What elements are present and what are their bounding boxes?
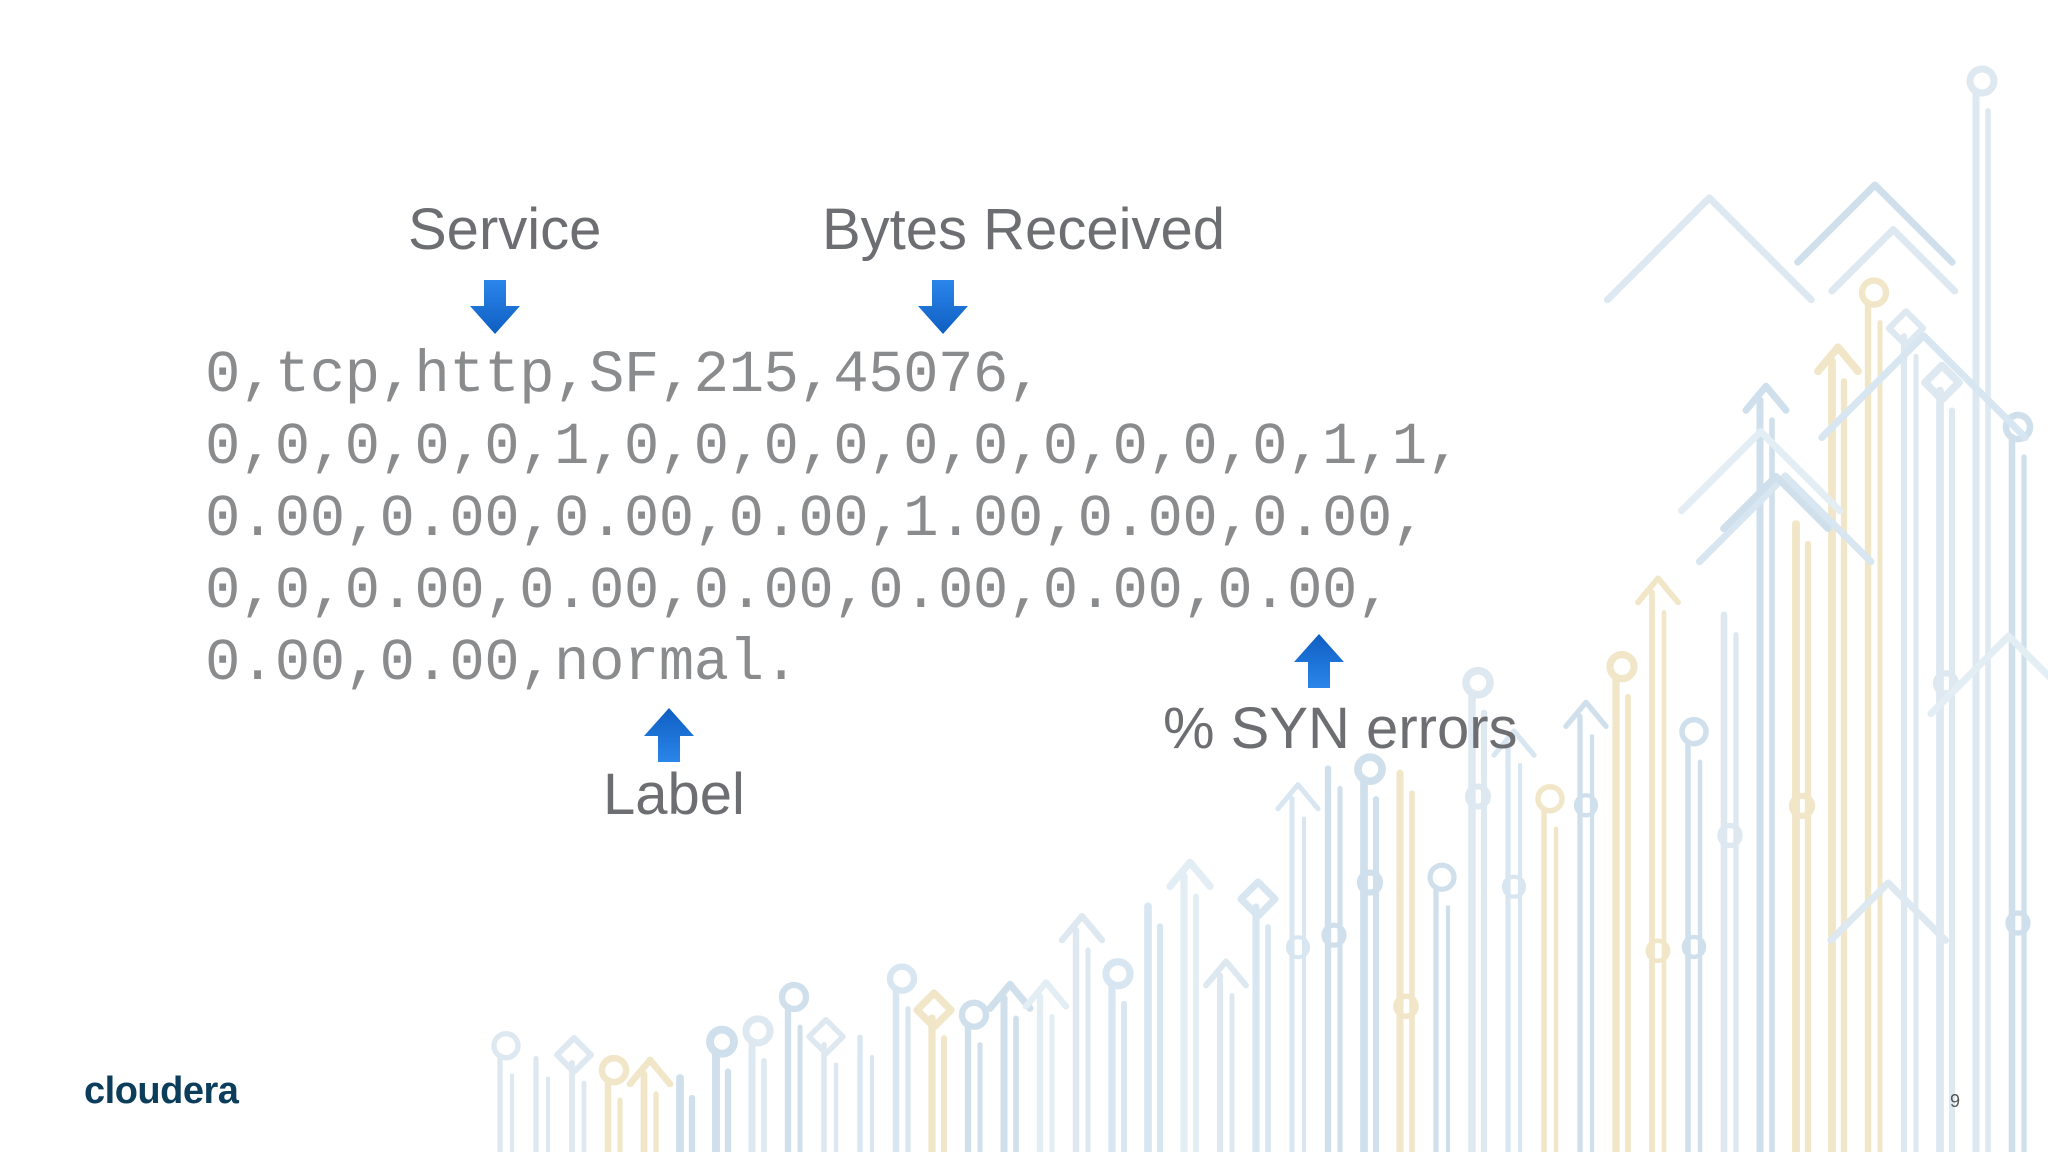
background-art-shape bbox=[778, 981, 810, 1013]
bytes-received-label: Bytes Received bbox=[822, 197, 1225, 262]
background-art-shape bbox=[958, 999, 990, 1030]
background-art-shape bbox=[742, 1015, 774, 1047]
background-art-shape bbox=[1818, 332, 2029, 442]
data-record: 0,tcp,http,SF,215,45076, 0,0,0,0,0,1,0,0… bbox=[205, 340, 1462, 700]
record-line: 0.00,0.00,normal. bbox=[205, 630, 799, 697]
background-art-shape bbox=[1635, 575, 1681, 606]
background-art-shape bbox=[913, 989, 955, 1031]
background-art-shape bbox=[706, 1025, 738, 1058]
background-art-shape bbox=[1563, 699, 1609, 729]
background-art-shape bbox=[491, 1031, 521, 1061]
label-label: Label bbox=[603, 762, 745, 827]
background-art-shape bbox=[1427, 862, 1457, 892]
arrow-down-icon bbox=[470, 280, 520, 334]
slide: Service Bytes Received 0,tcp,http,SF,215… bbox=[0, 0, 2048, 1152]
record-line: 0,0,0.00,0.00,0.00,0.00,0.00,0.00, bbox=[205, 558, 1392, 625]
background-art-shape bbox=[1535, 783, 1565, 814]
background-art-shape bbox=[1788, 792, 1816, 820]
background-art-shape bbox=[1606, 651, 1638, 683]
background-art-shape bbox=[1966, 65, 1998, 97]
arrow-up-icon bbox=[1294, 634, 1344, 688]
record-line: 0.00,0.00,0.00,0.00,1.00,0.00,0.00, bbox=[205, 486, 1427, 553]
service-label: Service bbox=[408, 197, 602, 262]
background-art-shape bbox=[1464, 783, 1492, 810]
background-art-shape bbox=[1356, 869, 1384, 896]
background-art-shape bbox=[1603, 194, 1815, 304]
background-art-shape bbox=[1203, 958, 1249, 989]
background-art-shape bbox=[1166, 858, 1214, 890]
arrow-up-icon bbox=[644, 708, 694, 762]
background-art-shape bbox=[1828, 226, 1959, 295]
background-art-shape bbox=[1858, 277, 1890, 308]
background-art-shape bbox=[1827, 879, 1949, 944]
background-art-shape bbox=[1022, 979, 1070, 1010]
background-art-shape bbox=[1462, 666, 1494, 699]
background-art-shape bbox=[598, 1054, 630, 1086]
background-art-shape bbox=[1058, 912, 1106, 944]
page-number: 9 bbox=[1950, 1091, 1961, 1111]
record-line: 0,0,0,0,0,1,0,0,0,0,0,0,0,0,0,0,1,1, bbox=[205, 414, 1462, 481]
syn-errors-label: % SYN errors bbox=[1163, 696, 1518, 761]
background-art-shape bbox=[886, 963, 918, 994]
arrow-down-icon bbox=[918, 280, 968, 334]
record-line: 0,tcp,http,SF,215,45076, bbox=[205, 342, 1043, 409]
background-art-shape bbox=[1742, 382, 1790, 414]
cloudera-logo: cloudera bbox=[84, 1070, 239, 1112]
background-art-shape bbox=[1679, 716, 1709, 747]
background-art-shape bbox=[1102, 958, 1134, 990]
background-art-shape bbox=[1275, 782, 1321, 812]
background-art-shape bbox=[1814, 343, 1862, 376]
background-art-shape bbox=[626, 1056, 674, 1088]
